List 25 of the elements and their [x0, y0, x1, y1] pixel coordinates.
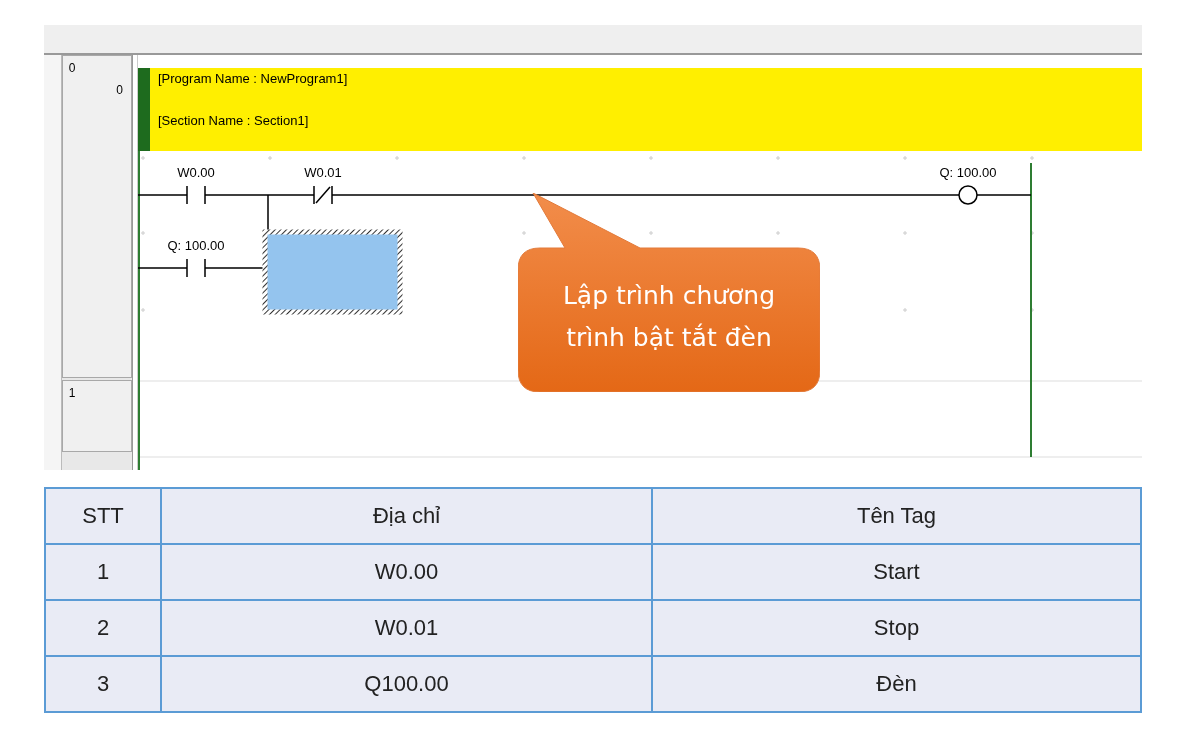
contact-label: W0.01: [304, 165, 342, 180]
column-header: Địa chỉ: [161, 488, 652, 544]
table-cell: Stop: [652, 600, 1141, 656]
contact-label: Q: 100.00: [167, 238, 225, 253]
output-coil-symbol: [958, 185, 978, 205]
table-cell: W0.00: [161, 544, 652, 600]
step-number: 0: [116, 83, 124, 97]
rung-number: 1: [68, 386, 76, 400]
rung-number-cell[interactable]: 1: [61, 380, 133, 452]
coil-label: Q: 100.00: [939, 165, 997, 180]
table-cell: Start: [652, 544, 1141, 600]
table-cell: Q100.00: [161, 656, 652, 712]
column-header: STT: [45, 488, 161, 544]
section-name-label: [Section Name : Section1]: [158, 113, 309, 128]
table-cell: 2: [45, 600, 161, 656]
column-header: Tên Tag: [652, 488, 1141, 544]
callout-text: Lập trình chương trình bật tắt đèn: [561, 280, 777, 354]
rung-number: 0: [68, 61, 76, 75]
contact-label: W0.00: [177, 165, 215, 180]
table-cell: Đèn: [652, 656, 1141, 712]
table-cell: 1: [45, 544, 161, 600]
program-name-label: [Program Name : NewProgram1]: [158, 71, 348, 86]
table-cell: 3: [45, 656, 161, 712]
table-cell: W0.01: [161, 600, 652, 656]
rung-number-cell[interactable]: 0 0: [61, 55, 133, 378]
